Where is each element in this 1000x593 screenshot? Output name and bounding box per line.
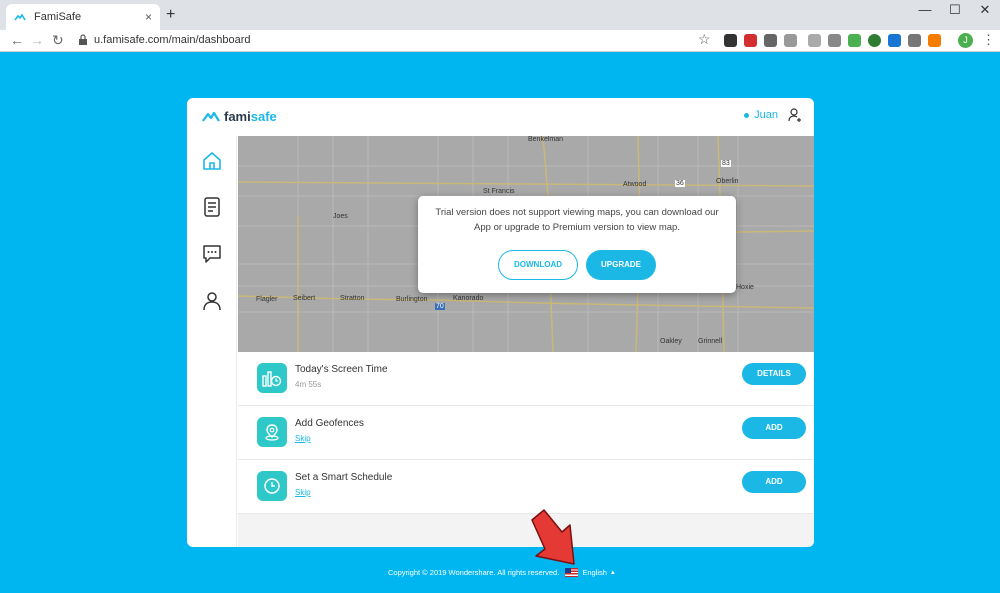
map-label: 36	[675, 180, 685, 187]
upgrade-button[interactable]: UPGRADE	[586, 250, 656, 280]
user-name: Juan	[754, 109, 778, 121]
user-settings-icon[interactable]	[788, 108, 802, 122]
messages-icon[interactable]	[201, 243, 223, 265]
map-label: Grinnell	[698, 338, 723, 345]
reload-icon[interactable]: ↻	[52, 32, 64, 49]
extension-icon[interactable]	[868, 34, 881, 47]
minimize-button[interactable]: —	[910, 0, 940, 22]
dashboard-list: Today's Screen Time 4m 55s DETAILS Add G…	[238, 352, 814, 514]
map-label: 70	[435, 303, 445, 310]
map-label: Hoxie	[736, 284, 754, 291]
browser-menu-icon[interactable]: ⋮	[982, 32, 995, 48]
map-label: 83	[721, 160, 731, 167]
address-bar: ← → ↻ u.famisafe.com/main/dashboard ☆ J …	[0, 30, 1000, 52]
map-label: Flagler	[256, 296, 278, 303]
download-button[interactable]: DOWNLOAD	[498, 250, 578, 280]
extension-icon[interactable]	[828, 34, 841, 47]
extension-icon[interactable]	[848, 34, 861, 47]
list-item-screen-time: Today's Screen Time 4m 55s DETAILS	[238, 352, 814, 406]
forward-icon[interactable]: →	[30, 32, 44, 48]
row-title: Set a Smart Schedule	[295, 472, 393, 483]
modal-message: Trial version does not support viewing m…	[435, 207, 719, 233]
map-label: Seibert	[293, 295, 316, 302]
map-label: Stratton	[340, 295, 365, 302]
map-label: Joes	[333, 213, 348, 220]
list-item-smart-schedule: Set a Smart Schedule Skip ADD	[238, 460, 814, 514]
screen-time-value: 4m 55s	[295, 380, 322, 389]
add-geofence-button[interactable]: ADD	[742, 417, 806, 439]
us-flag-icon	[565, 568, 579, 577]
extension-icon[interactable]	[784, 34, 797, 47]
browser-tab[interactable]: FamiSafe ×	[6, 4, 160, 30]
screen-time-icon	[257, 363, 287, 393]
schedule-clock-icon	[257, 471, 287, 501]
map-label: Oakley	[660, 338, 682, 345]
logo-icon	[202, 111, 220, 122]
details-button[interactable]: DETAILS	[742, 363, 806, 385]
map-label: St Francis	[483, 188, 515, 195]
famisafe-favicon-icon	[14, 13, 26, 21]
annotation-arrow-icon	[531, 509, 575, 565]
copyright-text: Copyright © 2019 Wondershare. All rights…	[388, 568, 560, 577]
row-title: Today's Screen Time	[295, 364, 388, 375]
bookmark-star-icon[interactable]: ☆	[698, 31, 711, 48]
extension-icon[interactable]	[808, 34, 821, 47]
browser-tab-bar: FamiSafe × + — ☐ ✕	[0, 0, 1000, 30]
activity-report-icon[interactable]	[201, 196, 223, 218]
close-window-button[interactable]: ✕	[970, 0, 1000, 22]
language-selector[interactable]: English	[582, 568, 607, 577]
sidebar	[187, 136, 237, 547]
adblock-extension-icon[interactable]	[744, 34, 757, 47]
map-label: Kanorado	[453, 295, 484, 302]
logo-text-safe: safe	[250, 109, 277, 124]
back-icon[interactable]: ←	[10, 32, 24, 48]
tab-title: FamiSafe	[34, 11, 82, 23]
dashboard-card: famisafe Juan Benkelman St Francis Atwoo…	[187, 98, 814, 547]
add-schedule-button[interactable]: ADD	[742, 471, 806, 493]
famisafe-logo[interactable]: famisafe	[202, 109, 277, 124]
logo-text-fami: fami	[224, 109, 251, 124]
row-title: Add Geofences	[295, 418, 364, 429]
extension-icon[interactable]	[908, 34, 921, 47]
user-menu[interactable]: Juan	[744, 108, 802, 122]
tab-close-icon[interactable]: ×	[145, 10, 152, 24]
extension-icon[interactable]	[724, 34, 737, 47]
new-tab-button[interactable]: +	[166, 6, 175, 24]
trial-upgrade-modal: Trial version does not support viewing m…	[418, 196, 736, 293]
page-footer: Copyright © 2019 Wondershare. All rights…	[388, 568, 616, 577]
maximize-button[interactable]: ☐	[940, 0, 970, 22]
map-label: Atwood	[623, 181, 647, 188]
chevron-up-icon[interactable]: ▲	[610, 570, 616, 576]
online-dot	[744, 112, 750, 118]
map-label: Oberlin	[716, 178, 739, 185]
geofence-icon	[257, 417, 287, 447]
list-footer-area	[238, 514, 814, 547]
profile-avatar[interactable]: J	[958, 33, 973, 48]
skip-link[interactable]: Skip	[295, 488, 311, 497]
home-icon[interactable]	[201, 150, 223, 172]
account-icon[interactable]	[201, 290, 223, 312]
skip-link[interactable]: Skip	[295, 434, 311, 443]
extension-icon[interactable]	[888, 34, 901, 47]
list-item-geofences: Add Geofences Skip ADD	[238, 406, 814, 460]
map-label: Burlington	[396, 296, 428, 303]
map-label: Benkelman	[528, 136, 564, 143]
app-header: famisafe Juan	[187, 98, 814, 136]
extension-icon[interactable]	[764, 34, 777, 47]
lock-icon	[79, 34, 87, 45]
extension-icon[interactable]	[928, 34, 941, 47]
location-map[interactable]: Benkelman St Francis Atwood Oberlin Joes…	[238, 136, 814, 352]
url-input[interactable]: u.famisafe.com/main/dashboard	[94, 34, 251, 46]
